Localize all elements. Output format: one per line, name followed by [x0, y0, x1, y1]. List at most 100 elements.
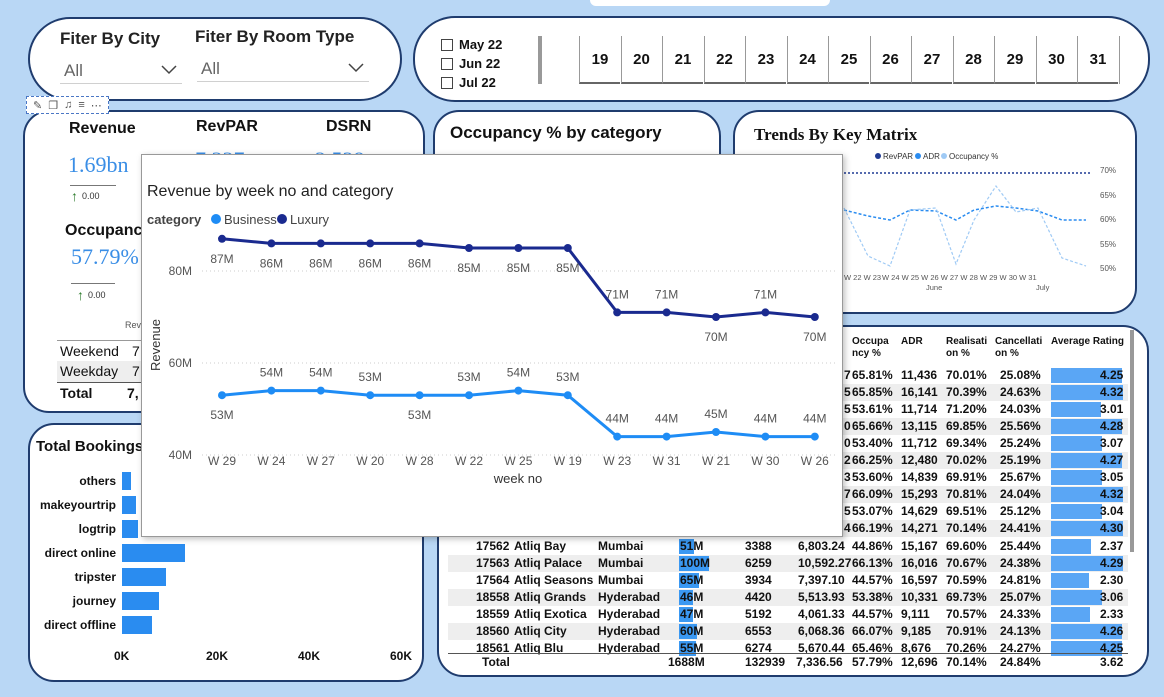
more-icon[interactable]: ⋯: [91, 99, 102, 112]
rating-bar: [1051, 402, 1102, 417]
cell-realisation: 71.20%: [946, 402, 987, 416]
day-button[interactable]: 31: [1077, 36, 1118, 84]
rating-bar: [1051, 436, 1103, 451]
table-row[interactable]: 17564 Atliq Seasons Mumbai 65M 3934 7,397.10 4…: [448, 572, 1128, 589]
table-row[interactable]: 18559 Atliq Exotica Hyderabad 47M 5192 4,061.…: [448, 606, 1128, 623]
data-label: 85M: [507, 261, 530, 275]
cell-cancellation: 25.12%: [1000, 504, 1041, 518]
day-button[interactable]: 19: [579, 36, 620, 84]
cell-property-id: 17564: [476, 573, 510, 587]
total-adr: 12,696: [901, 655, 938, 669]
data-label: 71M: [655, 287, 678, 301]
svg-text:W 24 W 25 W 26 W 27 W 28 W 29: W 24 W 25 W 26 W 27 W 28 W 29 W 30 W 31: [882, 273, 1037, 282]
trends-title: Trends By Key Matrix: [754, 125, 918, 144]
booking-bar[interactable]: [122, 616, 153, 634]
booking-axis-tick: 20K: [206, 649, 229, 663]
cell-adr: 11,714: [901, 402, 938, 416]
cell-property-id: 17562: [476, 539, 510, 553]
data-point: [613, 308, 622, 317]
data-label: 44M: [606, 412, 629, 426]
y-tick-label: 40M: [169, 448, 192, 462]
cell-rating: 4.29: [1100, 556, 1124, 570]
cell-cancellation: 24.33%: [1000, 607, 1041, 621]
booking-bar[interactable]: [122, 592, 159, 610]
cell-occupancy: 53.40%: [852, 436, 893, 450]
cell-rating: 2.30: [1100, 573, 1124, 587]
city-dropdown[interactable]: All: [60, 56, 182, 84]
booking-bar[interactable]: [122, 544, 186, 562]
room-dropdown[interactable]: All: [197, 54, 369, 82]
table-row[interactable]: 18558 Atliq Grands Hyderabad 46M 4420 5,513.9…: [448, 589, 1128, 606]
kpi-table-col: Rev: [125, 320, 142, 330]
day-button[interactable]: 20: [620, 36, 662, 84]
month-scrollbar[interactable]: [538, 36, 542, 84]
svg-text:65%: 65%: [1100, 191, 1116, 200]
cell-revpar: 6,068.36: [798, 624, 845, 638]
pin-icon[interactable]: ✎: [33, 99, 42, 112]
data-point: [514, 386, 523, 395]
table-row[interactable]: 18560 Atliq City Hyderabad 60M 6553 6,068.36 6…: [448, 623, 1128, 640]
x-tick-label: W 29: [208, 454, 236, 468]
cell-realisation: 69.91%: [946, 470, 987, 484]
cell-realisation: 70.59%: [946, 573, 987, 587]
bell-icon[interactable]: ♫: [64, 99, 72, 111]
x-tick-label: W 24: [257, 454, 285, 468]
cell-adr: 9,111: [901, 607, 930, 621]
cell-partial: 5: [844, 402, 851, 416]
col-occupancy[interactable]: Occupa ncy %: [852, 336, 892, 360]
booking-bar[interactable]: [122, 496, 136, 514]
data-point: [712, 313, 720, 321]
day-button[interactable]: 30: [1035, 36, 1077, 84]
day-button[interactable]: 24: [786, 36, 828, 84]
table-row[interactable]: 17562 Atliq Bay Mumbai 51M 3388 6,803.24 44.86…: [448, 538, 1128, 555]
month-option[interactable]: Jul 22: [441, 75, 496, 90]
month-option[interactable]: May 22: [441, 37, 502, 52]
month-label: May 22: [459, 37, 503, 52]
chevron-down-icon: [347, 58, 365, 81]
rating-bar: [1051, 470, 1102, 485]
month-label: Jun 22: [459, 56, 501, 71]
day-button[interactable]: 26: [869, 36, 911, 84]
total-rating: 3.62: [1100, 655, 1124, 669]
day-button[interactable]: 27: [911, 36, 952, 84]
svg-text:60%: 60%: [1100, 215, 1116, 224]
month-option[interactable]: Jun 22: [441, 56, 500, 71]
cell-occupancy: 44.57%: [852, 573, 893, 587]
day-button[interactable]: 25: [828, 36, 869, 84]
kpi-row-weekday: Weekday 7: [57, 361, 145, 382]
cell-city: Hyderabad: [598, 590, 661, 604]
cell-realisation: 69.51%: [946, 504, 987, 518]
checkbox-icon[interactable]: [441, 57, 453, 70]
table-scrollbar[interactable]: [1130, 330, 1134, 552]
cell-adr: 10,331: [901, 590, 938, 604]
table-total-row: Total 1688M 132939 7,336.56 57.79% 12,69…: [448, 653, 1128, 670]
day-button[interactable]: 29: [994, 36, 1035, 84]
col-realisation[interactable]: Realisati on %: [946, 336, 990, 360]
booking-bar[interactable]: [122, 520, 139, 538]
booking-category-label: makeyourtrip: [39, 498, 116, 512]
col-cancellation[interactable]: Cancellati on %: [995, 336, 1045, 360]
cell-cancellation: 24.03%: [1000, 402, 1041, 416]
booking-bar[interactable]: [122, 472, 132, 490]
revenue-delta: ↑ 0.00: [71, 188, 100, 204]
revenue-week-chart-popup[interactable]: Revenue by week no and category category B…: [141, 154, 843, 537]
checkbox-icon[interactable]: [441, 76, 453, 89]
x-tick-label: W 26: [801, 454, 829, 468]
day-button[interactable]: 22: [703, 36, 745, 84]
data-point: [761, 308, 770, 317]
col-adr[interactable]: ADR: [901, 336, 941, 348]
trends-chart: RevPAR ADR Occupancy % 70% 65% 60% 55% 5…: [843, 152, 1116, 292]
data-point: [810, 313, 819, 321]
x-axis-label: week no: [493, 471, 542, 486]
day-slicer-edge: [1119, 36, 1120, 84]
day-button[interactable]: 28: [952, 36, 994, 84]
checkbox-icon[interactable]: [441, 38, 453, 51]
filter-icon[interactable]: ≡: [78, 99, 84, 111]
day-button[interactable]: 23: [745, 36, 786, 84]
booking-bar[interactable]: [122, 568, 166, 586]
copy-icon[interactable]: ❐: [48, 99, 58, 112]
table-row[interactable]: 17563 Atliq Palace Mumbai 100M 6259 10,592.27…: [448, 555, 1128, 572]
cell-partial: 3: [844, 470, 851, 484]
day-button[interactable]: 21: [662, 36, 703, 84]
col-rating[interactable]: Average Rating: [1051, 336, 1131, 348]
